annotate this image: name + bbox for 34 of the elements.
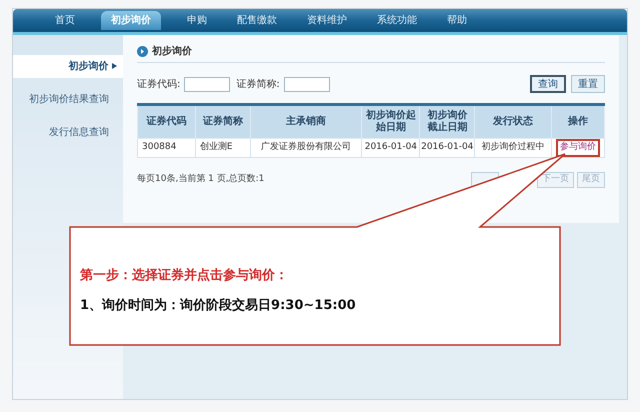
- pager-info: 每页10条,当前第 1 页,总页数:1: [137, 173, 264, 186]
- column-header: 初步询价截止日期: [420, 104, 475, 138]
- table-cell: 初步询价过程中: [474, 138, 552, 158]
- nav-tab[interactable]: 配售缴款: [233, 13, 281, 28]
- table-cell: 创业测E: [195, 138, 250, 158]
- input-field[interactable]: [284, 76, 330, 92]
- sidebar-item[interactable]: 初步询价结果查询: [13, 88, 123, 111]
- table-cell: 2016-01-04: [420, 138, 475, 158]
- nav-tab[interactable]: 申购: [183, 13, 211, 28]
- panel-title: 初步询价: [152, 44, 192, 59]
- callout-title: 第一步：选择证券并点击参与询价：: [80, 266, 289, 285]
- bullet-icon: [137, 46, 148, 57]
- field-label: 证券简称:: [236, 78, 280, 92]
- input-field[interactable]: [184, 76, 230, 92]
- table-cell: 2016-01-04: [362, 138, 420, 158]
- table-cell: 300884: [138, 138, 196, 158]
- column-header: 发行状态: [474, 104, 552, 138]
- nav-tab[interactable]: 系统功能: [373, 13, 421, 28]
- nav-tab[interactable]: 资料维护: [303, 13, 351, 28]
- column-header: 主承销商: [250, 104, 362, 138]
- nav-tab[interactable]: 首页: [51, 13, 79, 28]
- field-label: 证券代码:: [137, 78, 180, 92]
- sidebar-item[interactable]: 初步询价: [13, 55, 123, 78]
- sidebar-item[interactable]: 发行信息查询: [13, 121, 123, 144]
- nav-tab[interactable]: 帮助: [443, 13, 471, 28]
- arrow-icon: [112, 63, 117, 70]
- table-cell: 广发证券股份有限公司: [250, 138, 362, 158]
- column-header: 操作: [551, 104, 604, 138]
- column-header: 证券简称: [195, 104, 250, 138]
- column-header: 初步询价起始日期: [362, 104, 420, 138]
- search-button[interactable]: 重置: [571, 75, 605, 93]
- column-header: 证券代码: [138, 104, 196, 138]
- search-button[interactable]: 查询: [530, 75, 566, 93]
- callout-text: 1、询价时间为：询价阶段交易日9:30~15:00: [80, 296, 356, 314]
